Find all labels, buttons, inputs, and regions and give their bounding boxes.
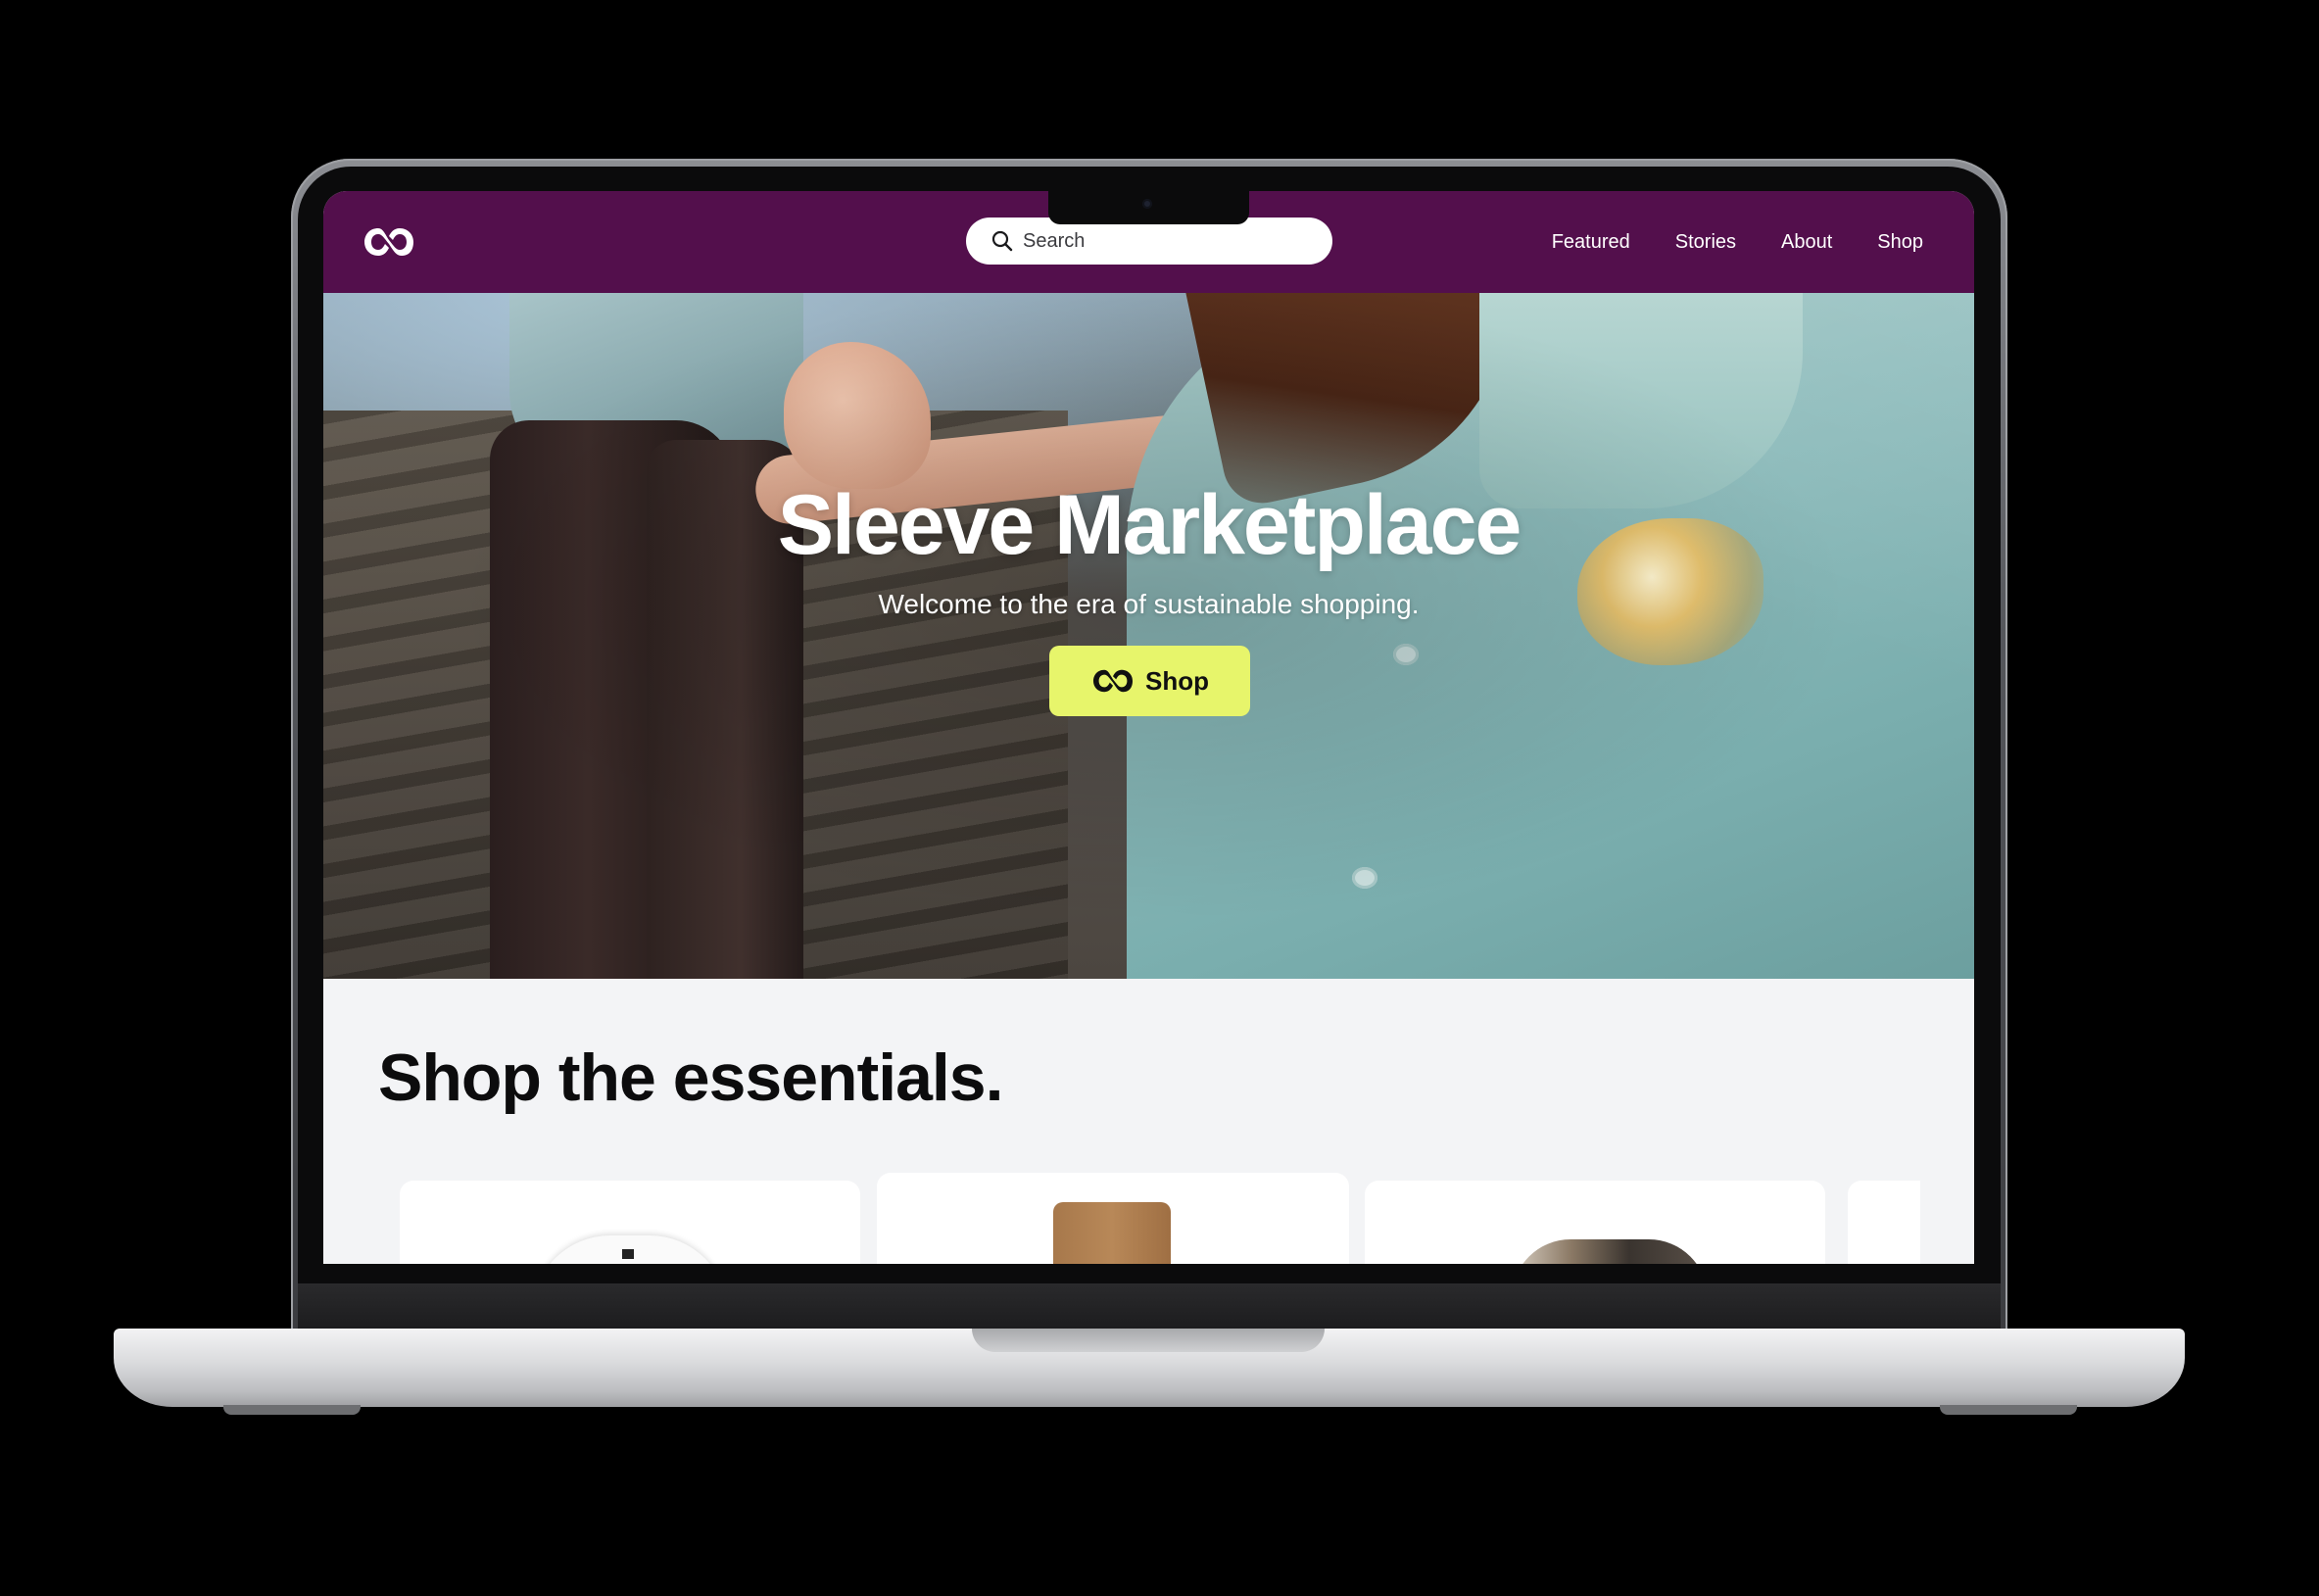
product-image-chinos [1053,1202,1171,1264]
hero-subtitle: Welcome to the era of sustainable shoppi… [878,589,1420,619]
nav-links: Featured Stories About Shop [1552,191,1923,293]
nav-link-shop[interactable]: Shop [1877,231,1923,254]
product-card[interactable] [400,1181,860,1264]
sleeve-logo-icon[interactable] [362,222,415,262]
stage: Search Featured Stories About Shop Sleev… [0,0,2319,1596]
camera-icon [1142,199,1152,209]
search-placeholder: Search [1023,229,1086,252]
shop-button[interactable]: Shop [1049,646,1250,716]
camera-notch [1048,191,1249,224]
shop-button-label: Shop [1145,665,1209,696]
laptop-foot-right [1940,1405,2077,1415]
nav-link-stories[interactable]: Stories [1675,231,1736,254]
product-card[interactable] [1848,1181,1920,1264]
nav-link-about[interactable]: About [1781,231,1832,254]
laptop-opening-notch [972,1329,1325,1352]
product-card[interactable] [1365,1181,1825,1264]
hero-shade [323,293,1974,979]
laptop-bezel-bottom [298,1283,2001,1330]
nav-link-featured[interactable]: Featured [1552,231,1630,254]
screen: Search Featured Stories About Shop Sleev… [323,191,1974,1264]
product-image-clothing-rack [1512,1239,1708,1264]
section-title: Shop the essentials. [378,1040,1004,1115]
search-input[interactable]: Search [966,218,1332,265]
product-carousel [323,1171,1920,1264]
product-card[interactable] [877,1173,1349,1264]
search-icon [991,230,1013,252]
hero-banner: Sleeve Marketplace Welcome to the era of… [323,293,1974,979]
product-image-tshirt [532,1235,728,1264]
hero-title: Sleeve Marketplace [777,478,1522,572]
sleeve-logo-icon [1093,669,1133,693]
laptop-foot-left [223,1405,361,1415]
tshirt-label-icon [622,1249,634,1259]
